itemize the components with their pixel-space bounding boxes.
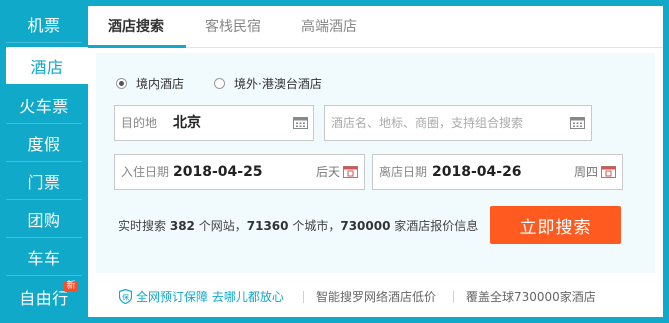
stats-sites-count: 382 — [169, 219, 195, 233]
nav-item-label: 自由行 — [19, 288, 69, 308]
search-form: 境内酒店 境外·港澳台酒店 目的地 北京 酒店名、地标、商圈，支持组合搜索 入住… — [96, 53, 655, 273]
footer-smart-text: 智能搜罗网络酒店低价 — [316, 290, 437, 304]
footer-guarantee-link[interactable]: 全网预订保障 去哪儿都放心 — [136, 288, 284, 305]
tab-luxury-hotels[interactable]: 高端酒店 — [301, 6, 357, 48]
nav-item-label: 团购 — [27, 210, 61, 230]
nav-divider — [6, 42, 82, 43]
checkout-label: 离店日期 — [379, 165, 428, 179]
shield-icon: 保 — [119, 289, 132, 304]
radio-label: 境内酒店 — [136, 77, 185, 91]
hotel-search-widget: 机票 酒店 火车票 度假 门票 团购 车车 自由行 新 酒店搜索 客栈民宿 高端… — [0, 0, 669, 323]
footer-divider — [303, 291, 304, 303]
nav-item-label: 车车 — [27, 248, 61, 268]
stats-prefix: 实时搜索 — [118, 219, 167, 233]
radio-domestic[interactable]: 境内酒店 — [116, 75, 184, 92]
active-tab-indicator — [88, 45, 186, 48]
keyword-input[interactable]: 酒店名、地标、商圈，支持组合搜索 — [324, 105, 592, 141]
stats-sites-unit: 个网站， — [198, 219, 247, 233]
destination-field[interactable]: 目的地 北京 — [114, 105, 314, 141]
realtime-stats: 实时搜索 382 个网站，71360 个城市，730000 家酒店报价信息 — [118, 217, 478, 234]
tab-inns[interactable]: 客栈民宿 — [205, 6, 261, 48]
calendar-icon[interactable] — [343, 165, 358, 178]
checkout-weekday: 周四 — [574, 165, 599, 179]
calendar-icon[interactable] — [570, 116, 585, 129]
nav-item-flights[interactable]: 机票 — [0, 5, 88, 42]
calendar-icon[interactable] — [601, 165, 616, 178]
new-badge: 新 — [64, 281, 78, 292]
radio-overseas[interactable]: 境外·港澳台酒店 — [214, 75, 322, 92]
radio-checked-icon — [116, 78, 127, 89]
panel-body: 酒店搜索 客栈民宿 高端酒店 境内酒店 境外·港澳台酒店 目的地 北京 酒店名、… — [88, 6, 663, 317]
nav-item-tickets[interactable]: 门票 — [0, 162, 88, 199]
stats-cities-unit: 个城市， — [292, 219, 341, 233]
guarantee-footer: 保 全网预订保障 去哪儿都放心 智能搜罗网络酒店低价 覆盖全球730000家酒店 — [88, 282, 663, 312]
nav-item-free-travel[interactable]: 自由行 新 — [0, 278, 88, 315]
keyword-placeholder: 酒店名、地标、商圈，支持组合搜索 — [331, 116, 524, 130]
checkin-date-field[interactable]: 入住日期 2018-04-25 后天 — [114, 154, 365, 190]
stats-cities-count: 71360 — [246, 219, 289, 233]
destination-label: 目的地 — [121, 116, 158, 130]
checkin-weekday: 后天 — [316, 165, 341, 179]
tab-bar: 酒店搜索 客栈民宿 高端酒店 — [88, 6, 663, 48]
nav-item-hotels[interactable]: 酒店 — [6, 47, 88, 84]
stats-quotes-unit: 家酒店报价信息 — [394, 219, 479, 233]
checkin-label: 入住日期 — [121, 165, 170, 179]
nav-item-car[interactable]: 车车 — [0, 238, 88, 275]
footer-divider — [453, 291, 454, 303]
nav-item-label: 门票 — [27, 172, 61, 192]
calendar-icon[interactable] — [293, 116, 308, 129]
radio-label: 境外·港澳台酒店 — [234, 77, 322, 91]
category-nav: 机票 酒店 火车票 度假 门票 团购 车车 自由行 新 — [0, 0, 88, 323]
nav-item-label: 酒店 — [30, 57, 64, 77]
nav-item-label: 火车票 — [19, 96, 69, 116]
nav-item-group-buy[interactable]: 团购 — [0, 200, 88, 237]
checkout-date-field[interactable]: 离店日期 2018-04-26 周四 — [372, 154, 623, 190]
svg-text:保: 保 — [122, 293, 129, 302]
nav-divider — [6, 275, 82, 276]
nav-item-label: 度假 — [27, 134, 61, 154]
footer-coverage-text: 覆盖全球730000家酒店 — [466, 290, 596, 304]
destination-value: 北京 — [173, 115, 201, 131]
search-panel: 酒店搜索 客栈民宿 高端酒店 境内酒店 境外·港澳台酒店 目的地 北京 酒店名、… — [88, 0, 669, 323]
stats-quotes-count: 730000 — [340, 219, 391, 233]
search-now-button[interactable]: 立即搜索 — [490, 206, 621, 244]
nav-item-label: 机票 — [27, 15, 61, 35]
checkout-value: 2018-04-26 — [432, 164, 522, 180]
nav-item-trains[interactable]: 火车票 — [0, 86, 88, 123]
tab-hotel-search[interactable]: 酒店搜索 — [108, 6, 164, 48]
radio-unchecked-icon — [214, 78, 225, 89]
nav-item-vacation[interactable]: 度假 — [0, 124, 88, 161]
checkin-value: 2018-04-25 — [173, 164, 263, 180]
